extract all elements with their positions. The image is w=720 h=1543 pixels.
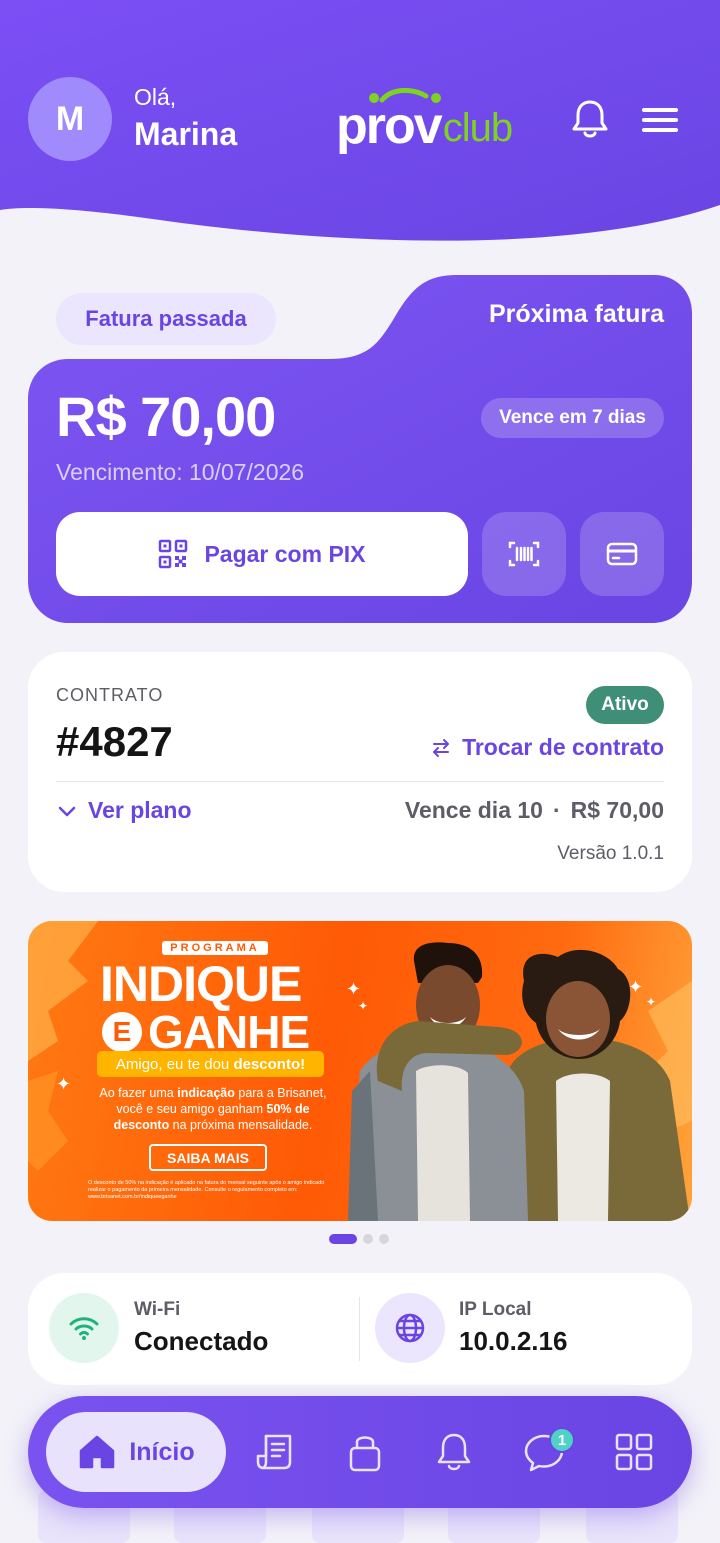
invoice-amount: R$ 70,00: [56, 385, 276, 448]
switch-contract-link[interactable]: Trocar de contrato: [430, 734, 664, 761]
switch-contract-label: Trocar de contrato: [462, 734, 664, 760]
ip-value: 10.0.2.16: [459, 1326, 568, 1356]
promo-banner[interactable]: ✦ ✦ ✦ ✦ ✦ PROGRAMA INDIQUE E GANHE Amigo…: [28, 921, 692, 1221]
contract-summary: Vence dia 10 · R$ 70,00: [405, 797, 664, 824]
contract-price: R$ 70,00: [570, 797, 664, 823]
nav-home-label: Início: [129, 1437, 195, 1466]
avatar-initial: M: [55, 99, 85, 138]
tab-next-invoice[interactable]: Próxima fatura: [430, 300, 664, 329]
wifi-icon: [49, 1293, 119, 1363]
divider: [56, 781, 664, 782]
contract-card: CONTRATO #4827 Ativo Trocar de contrato …: [28, 652, 692, 892]
logo-wifi-mark: [369, 88, 441, 103]
logo-text-club: club: [442, 106, 513, 150]
ip-label: IP Local: [459, 1299, 532, 1320]
due-badge: Vence em 7 dias: [481, 398, 664, 438]
barcode-button[interactable]: [482, 512, 566, 596]
chat-unread-badge: 1: [549, 1427, 575, 1453]
swap-icon: [433, 738, 450, 757]
banner-desc-part: na próxima mensalidade.: [169, 1118, 313, 1132]
network-status-card: Wi-Fi Conectado IP Local 10.0.2.16: [28, 1273, 692, 1385]
globe-icon: [375, 1293, 445, 1363]
view-plan-label: Ver plano: [88, 797, 192, 823]
banner-program-tag: PROGRAMA: [162, 941, 268, 955]
learn-more-button[interactable]: SAIBA MAIS: [149, 1144, 267, 1171]
menu-icon[interactable]: [640, 102, 680, 138]
status-badge: Ativo: [586, 686, 664, 724]
contract-label: CONTRATO: [56, 685, 164, 705]
banner-legal-text: O desconto de 50% na indicação é aplicad…: [88, 1180, 325, 1200]
banner-title-e: E: [102, 1012, 142, 1052]
due-day: Vence dia 10: [404, 797, 543, 823]
carousel-dot-active[interactable]: [329, 1234, 357, 1244]
bottom-navigation: Início: [28, 1396, 692, 1508]
nav-home[interactable]: Início: [46, 1412, 226, 1492]
carousel-dot[interactable]: [363, 1234, 373, 1244]
card-button[interactable]: [580, 512, 664, 596]
user-name: Marina: [134, 116, 238, 152]
credit-card-icon: [606, 542, 638, 566]
bell-icon[interactable]: [432, 1430, 476, 1474]
wifi-label: Wi-Fi: [134, 1299, 181, 1320]
banner-description: Ao fazer uma indicação para a Brisanet, …: [88, 1085, 338, 1133]
chevron-down-icon: [58, 806, 76, 816]
qr-code-icon: [159, 539, 188, 569]
app-header: M Olá, Marina prov club: [0, 0, 720, 250]
receipt-icon[interactable]: [254, 1430, 298, 1474]
carousel-dot[interactable]: [379, 1234, 389, 1244]
avatar[interactable]: M: [28, 77, 112, 161]
banner-desc-part: Ao fazer uma: [99, 1086, 178, 1100]
invoice-due-date: Vencimento: 10/07/2026: [56, 459, 305, 485]
banner-people-image: [348, 942, 690, 1221]
banner-desc-bold: indicação: [177, 1086, 235, 1100]
divider: [359, 1297, 360, 1361]
greeting: Olá,: [134, 84, 177, 110]
grid-icon[interactable]: [612, 1430, 656, 1474]
lock-icon[interactable]: [343, 1430, 387, 1474]
pay-pix-button[interactable]: Pagar com PIX: [56, 512, 468, 596]
barcode-icon: [508, 541, 540, 567]
wifi-status: Conectado: [134, 1326, 269, 1356]
separator: ·: [552, 797, 561, 823]
sparkle-icon: ✦: [56, 1074, 72, 1094]
banner-tagline-text: Amigo, eu te dou: [115, 1055, 230, 1073]
contract-number: #4827: [56, 718, 173, 765]
view-plan-toggle[interactable]: Ver plano: [56, 797, 192, 824]
banner-tagline-bold: desconto!: [233, 1055, 306, 1073]
banner-tagline: Amigo, eu te dou desconto!: [97, 1051, 324, 1077]
notifications-bell-icon[interactable]: [570, 98, 610, 140]
home-icon: [80, 1435, 115, 1469]
provclub-logo: prov club: [336, 86, 536, 152]
carousel-indicator: [329, 1234, 389, 1244]
pay-pix-label: Pagar com PIX: [204, 540, 366, 567]
app-version: Versão 1.0.1: [557, 843, 664, 864]
